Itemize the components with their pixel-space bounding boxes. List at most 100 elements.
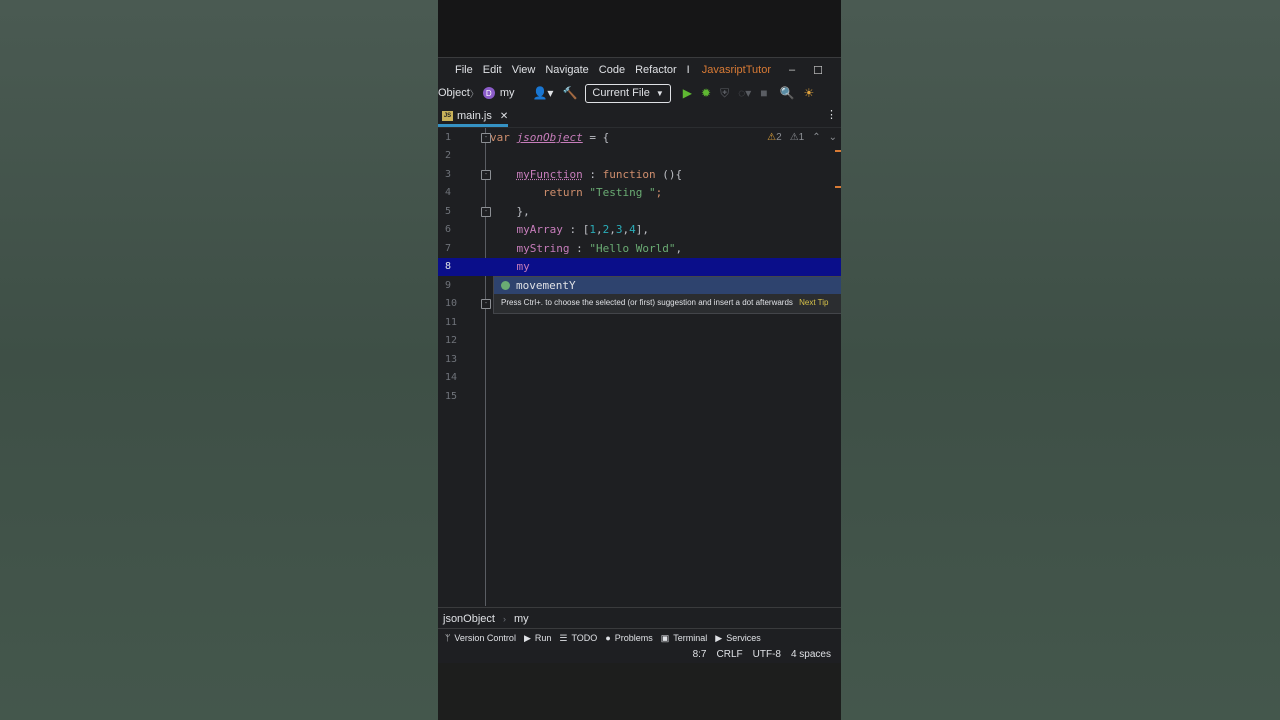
- string: "Hello World": [589, 242, 676, 255]
- search-icon[interactable]: 🔍: [780, 86, 795, 100]
- crumb-my[interactable]: my: [500, 87, 515, 99]
- keyword: var: [490, 131, 510, 144]
- code-text-rest: :: [582, 168, 603, 181]
- build-hammer-icon[interactable]: 🔨: [562, 86, 577, 100]
- menu-file[interactable]: File: [455, 64, 473, 76]
- code-text: myFunction : function (){: [490, 168, 683, 181]
- breadcrumb-item-my[interactable]: my: [514, 613, 529, 625]
- crumb-object[interactable]: Object: [438, 87, 470, 99]
- menu-refactor[interactable]: Refactor: [635, 64, 677, 76]
- tool-run[interactable]: ▶ Run: [524, 633, 551, 644]
- run-icon: ▶: [523, 632, 531, 643]
- code-text: myArray : [1,2,3,4],: [516, 223, 649, 236]
- menu-edit[interactable]: Edit: [483, 64, 502, 76]
- tool-label: TODO: [571, 633, 598, 643]
- code-text: var jsonObject = {: [490, 131, 609, 144]
- branch-icon: ᛘ: [445, 633, 451, 643]
- completion-item[interactable]: movementY: [494, 277, 841, 294]
- chevron-down-icon: ▼: [655, 88, 664, 98]
- completion-hint: Press Ctrl+. to choose the selected (or …: [501, 298, 829, 307]
- terminal-icon: ▣: [660, 632, 670, 643]
- line-number: 6: [445, 224, 452, 235]
- code-line: 4 return "Testing ";: [438, 184, 841, 202]
- tool-label: Terminal: [673, 633, 708, 643]
- minimize-button[interactable]: –: [789, 64, 795, 76]
- caret-position[interactable]: 8:7: [693, 649, 707, 660]
- profiler-icon[interactable]: ◌▾: [738, 86, 751, 100]
- stop-icon[interactable]: ■: [760, 86, 767, 100]
- code-editor[interactable]: ⚠2 ⚠1 ⌃ ⌄ 1 - var jsonObject = { 2 3 - m…: [438, 128, 841, 606]
- code-text: myString : "Hello World",: [490, 242, 683, 255]
- menu-view[interactable]: View: [512, 64, 536, 76]
- line-separator[interactable]: CRLF: [717, 649, 743, 660]
- line-number: 7: [445, 243, 452, 254]
- tool-window-bar: ᛘ Version Control ▶ Run ☰ TODO ● Problems ▣ T…: [438, 628, 841, 647]
- tab-label: main.js: [457, 110, 492, 122]
- code-line: 11: [438, 314, 841, 332]
- line-number: 2: [445, 150, 452, 161]
- number: 4: [629, 223, 636, 236]
- user-icon[interactable]: 👤▾: [532, 86, 553, 100]
- code-text-rest: ,: [675, 242, 683, 255]
- breadcrumb: jsonObject › my: [438, 607, 841, 629]
- line-number: 11: [445, 317, 458, 328]
- tool-problems[interactable]: ● Problems: [605, 633, 652, 643]
- next-tip-link[interactable]: Next Tip: [799, 298, 828, 307]
- string: "Testing ": [589, 186, 656, 199]
- coverage-icon[interactable]: ⛨: [720, 86, 729, 101]
- tool-label: Services: [726, 633, 761, 643]
- file-encoding[interactable]: UTF-8: [753, 649, 781, 660]
- fold-icon[interactable]: -: [481, 299, 491, 309]
- menu-code[interactable]: Code: [599, 64, 625, 76]
- debug-bug-icon[interactable]: ✹: [701, 86, 711, 100]
- maximize-button[interactable]: ☐: [813, 64, 823, 77]
- toolbar-breadcrumb: Object 〉 D my: [438, 87, 514, 100]
- number: 1: [589, 223, 596, 236]
- list-icon: ☰: [559, 632, 568, 643]
- code-text-rest: ;: [655, 186, 663, 199]
- tool-terminal[interactable]: ▣ Terminal: [661, 633, 708, 644]
- d-badge-icon: D: [482, 87, 495, 99]
- property: myFunction: [516, 168, 583, 181]
- run-icon[interactable]: ▶: [683, 86, 692, 100]
- breadcrumb-item-jsonobject[interactable]: jsonObject: [443, 613, 495, 625]
- code-line: 1 - var jsonObject = {: [438, 129, 841, 147]
- code-text-rest: ],: [635, 223, 649, 236]
- breadcrumb-separator: ›: [502, 613, 506, 624]
- close-icon[interactable]: ✕: [500, 111, 508, 122]
- tab-main-js[interactable]: JS main.js ✕: [442, 107, 508, 125]
- menu-navigate[interactable]: Navigate: [545, 64, 588, 76]
- code-line: 5 - },: [438, 203, 841, 221]
- background-right: [841, 0, 1280, 720]
- line-number: 10: [445, 298, 458, 309]
- active-tab-indicator: [438, 124, 508, 127]
- run-config-dropdown[interactable]: Current File ▼: [585, 83, 671, 103]
- line-number: 1: [445, 132, 452, 143]
- crumb-separator: 〉: [469, 88, 479, 99]
- completion-popup: movementY Press Ctrl+. to choose the sel…: [493, 276, 841, 314]
- property: myString: [516, 242, 570, 255]
- code-text: my: [490, 260, 530, 273]
- keyword: return: [542, 186, 583, 199]
- more-options-icon[interactable]: ⋮: [826, 108, 837, 121]
- code-line: 7 myString : "Hello World",: [438, 240, 841, 258]
- number: 2: [602, 223, 610, 236]
- tool-services[interactable]: ▶ Services: [715, 633, 760, 644]
- updates-icon[interactable]: ☀: [803, 86, 814, 100]
- line-number: 4: [445, 187, 452, 198]
- js-file-icon: JS: [442, 111, 453, 121]
- tool-label: Problems: [614, 633, 653, 643]
- code-line: 3 - myFunction : function (){: [438, 166, 841, 184]
- code-text-rest: : [: [562, 223, 590, 236]
- tool-todo[interactable]: ☰ TODO: [559, 633, 597, 644]
- code-text: return "Testing ";: [490, 186, 662, 199]
- menu-more[interactable]: I: [687, 64, 690, 76]
- line-number: 14: [445, 372, 458, 383]
- bottom-letterbox: [438, 663, 841, 720]
- code-line: 6 myArray : [1,2,3,4],: [438, 221, 841, 239]
- tool-version-control[interactable]: ᛘ Version Control: [445, 633, 516, 643]
- number: 3: [615, 223, 623, 236]
- keyword: function: [602, 168, 656, 181]
- indent-setting[interactable]: 4 spaces: [791, 649, 831, 660]
- ide-window: File Edit View Navigate Code Refactor I …: [438, 0, 841, 720]
